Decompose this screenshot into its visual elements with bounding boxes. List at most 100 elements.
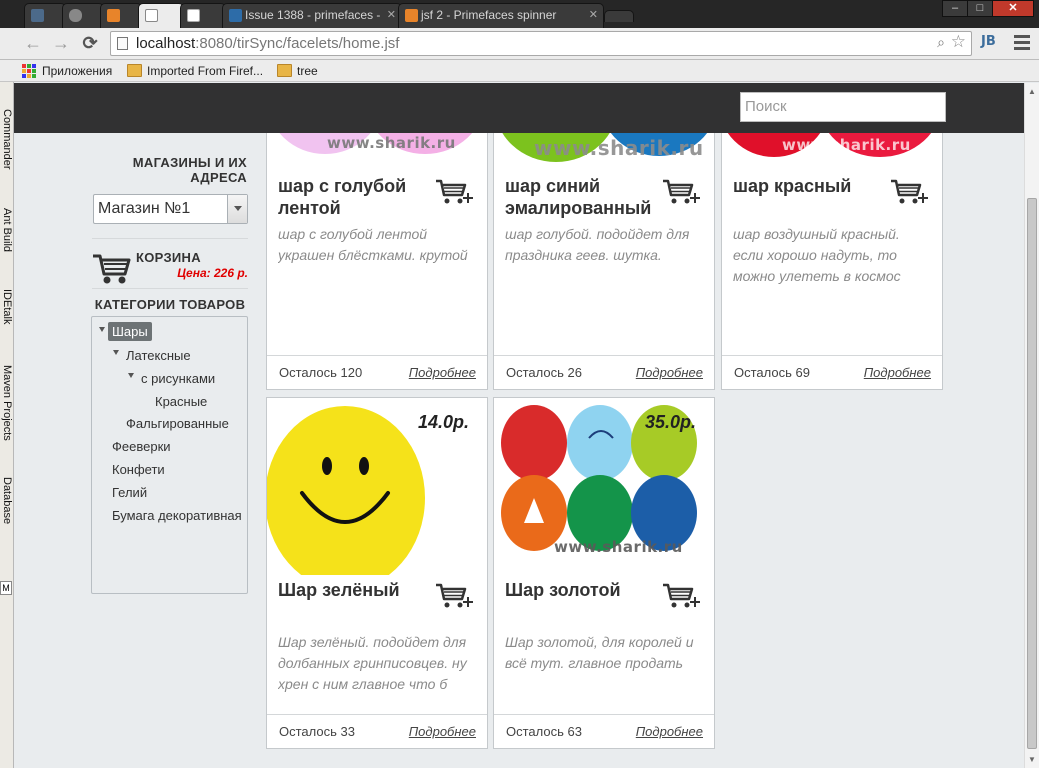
add-to-cart-icon[interactable] — [435, 581, 477, 611]
product-price: 35.0р. — [644, 412, 696, 432]
jetbrains-extension-icon[interactable]: JB — [981, 34, 996, 49]
details-link[interactable]: Подробнее — [864, 365, 931, 380]
apps-icon — [22, 64, 37, 78]
add-to-cart-icon[interactable] — [662, 581, 704, 611]
stock-count: Осталось 120 — [279, 365, 363, 380]
chrome-menu-icon[interactable] — [1014, 35, 1030, 51]
bookmark-star-icon[interactable]: ☆ — [951, 32, 966, 52]
tree-node-latex[interactable]: Латексные — [126, 346, 191, 365]
watermark: www.sharik.ru — [327, 134, 456, 152]
back-button[interactable]: ← — [22, 32, 44, 54]
tree-node-decor-paper[interactable]: Бумага декоративная — [112, 506, 242, 525]
tree-node-confetti[interactable]: Конфети — [112, 460, 165, 479]
minimize-button[interactable]: – — [942, 0, 968, 17]
cart-icon[interactable] — [92, 250, 132, 286]
folder-icon — [127, 64, 142, 77]
tree-node-foil[interactable]: Фальгированные — [126, 414, 229, 433]
browser-toolbar: ← → ⟳ localhost:8080/tirSync/facelets/ho… — [0, 28, 1039, 60]
tab-pinned-2[interactable] — [62, 3, 104, 28]
ide-tab-database[interactable]: Database — [0, 477, 13, 524]
product-card: www.sharik.ru 35.0р. Шар золотой Шар зол… — [493, 397, 715, 749]
scroll-down-arrow-icon[interactable]: ▼ — [1028, 755, 1036, 764]
ide-tab-maven-projects[interactable]: Maven Projects — [0, 365, 13, 441]
expand-toggle-icon[interactable] — [99, 327, 105, 332]
product-name[interactable]: шар синий эмалированный — [505, 175, 655, 219]
stock-count: Осталось 33 — [279, 724, 355, 739]
details-link[interactable]: Подробнее — [636, 724, 703, 739]
page-favicon-icon — [145, 9, 158, 22]
ide-tab-ant-build[interactable]: Ant Build — [0, 208, 13, 252]
product-description: шар воздушный красный. если хорошо надут… — [733, 226, 901, 284]
scrollbar-thumb[interactable] — [1027, 198, 1037, 749]
stackoverflow-favicon-icon — [405, 9, 418, 22]
tab-pinned-3[interactable] — [100, 3, 142, 28]
zoom-icon[interactable]: ⌕ — [937, 34, 945, 51]
product-name[interactable]: шар с голубой лентой — [278, 175, 428, 219]
tree-node-helium[interactable]: Гелий — [112, 483, 147, 502]
product-footer: Осталось 26 Подробнее — [494, 355, 714, 389]
chevron-down-icon[interactable] — [227, 195, 247, 223]
watermark: www.sharik.ru — [782, 136, 911, 154]
expand-toggle-icon[interactable] — [128, 373, 134, 378]
reload-button[interactable]: ⟳ — [79, 32, 101, 54]
bookmark-label: tree — [297, 64, 318, 78]
tab-issue-1388[interactable]: Issue 1388 - primefaces - ✕ — [222, 3, 402, 28]
stores-title: МАГАЗИНЫ И ИХ АДРЕСА — [132, 155, 247, 185]
product-name[interactable]: Шар золотой — [505, 579, 655, 601]
categories-title: КАТЕГОРИИ ТОВАРОВ — [94, 297, 246, 312]
ide-tool-window-bar: Commander Ant Build IDEtalk Maven Projec… — [0, 82, 14, 768]
bookmark-apps[interactable]: Приложения — [22, 63, 112, 79]
product-description: шар с голубой лентой украшен блёстками. … — [278, 226, 468, 263]
tab-current[interactable] — [138, 3, 184, 29]
ide-tab-idetalk[interactable]: IDEtalk — [0, 289, 13, 324]
category-tree: Шары Латексные с рисунками Красные Фальг… — [91, 316, 248, 594]
site-header: Поиск — [14, 83, 1024, 133]
details-link[interactable]: Подробнее — [636, 365, 703, 380]
watermark: www.sharik.ru — [554, 538, 683, 556]
product-footer: Осталось 120 Подробнее — [267, 355, 487, 389]
stock-count: Осталось 69 — [734, 365, 810, 380]
bookmark-imported-folder[interactable]: Imported From Firef... — [127, 63, 263, 79]
bookmark-label: Imported From Firef... — [147, 64, 264, 78]
product-description: Шар золотой, для королей и всё тут. глав… — [505, 634, 694, 671]
address-bar[interactable]: localhost:8080/tirSync/facelets/home.jsf… — [110, 31, 972, 56]
add-to-cart-icon[interactable] — [435, 177, 477, 207]
stock-count: Осталось 63 — [506, 724, 582, 739]
page-scrollbar[interactable]: ▲ ▼ — [1024, 83, 1039, 768]
new-tab-button[interactable] — [604, 10, 634, 22]
product-description: Шар зелёный. подойдет для долбанных грин… — [278, 634, 467, 692]
ide-side-button[interactable]: M — [0, 581, 12, 595]
cart-title[interactable]: КОРЗИНА — [136, 250, 201, 265]
tree-node-balloons[interactable]: Шары — [108, 322, 152, 341]
search-input[interactable]: Поиск — [740, 92, 946, 122]
product-name[interactable]: Шар зелёный — [278, 579, 428, 601]
expand-toggle-icon[interactable] — [113, 350, 119, 355]
watermark: www.sharik.ru — [534, 136, 704, 160]
folder-icon — [277, 64, 292, 77]
tree-node-with-pictures[interactable]: с рисунками — [141, 369, 215, 388]
close-window-button[interactable]: ✕ — [992, 0, 1034, 17]
store-select-value: Магазин №1 — [98, 200, 191, 217]
details-link[interactable]: Подробнее — [409, 365, 476, 380]
page-viewport: МАГАЗИНЫ И ИХ АДРЕСА Магазин №1 КОРЗИНА … — [14, 83, 1024, 768]
store-select[interactable]: Магазин №1 — [93, 194, 248, 224]
ide-tab-commander[interactable]: Commander — [0, 109, 13, 170]
add-to-cart-icon[interactable] — [662, 177, 704, 207]
tab-close-icon[interactable]: ✕ — [589, 4, 598, 27]
scroll-up-arrow-icon[interactable]: ▲ — [1028, 87, 1036, 96]
maximize-button[interactable]: □ — [967, 0, 993, 17]
tree-node-red[interactable]: Красные — [155, 392, 207, 411]
tab-pinned-1[interactable] — [24, 3, 66, 28]
tab-blank[interactable] — [180, 3, 226, 28]
product-name[interactable]: шар красный — [733, 175, 883, 197]
bookmark-tree-folder[interactable]: tree — [277, 63, 318, 79]
tab-close-icon[interactable]: ✕ — [387, 4, 396, 27]
browser-tab-strip: Issue 1388 - primefaces - ✕ jsf 2 - Prim… — [0, 0, 1039, 29]
add-to-cart-icon[interactable] — [890, 177, 932, 207]
tree-node-fireworks[interactable]: Фееверки — [112, 437, 171, 456]
forward-button[interactable]: → — [50, 32, 72, 54]
tab-jsf-spinner[interactable]: jsf 2 - Primefaces spinner ✕ — [398, 3, 604, 28]
details-link[interactable]: Подробнее — [409, 724, 476, 739]
product-price: 14.0р. — [417, 412, 469, 432]
url-text: localhost:8080/tirSync/facelets/home.jsf — [136, 35, 400, 52]
